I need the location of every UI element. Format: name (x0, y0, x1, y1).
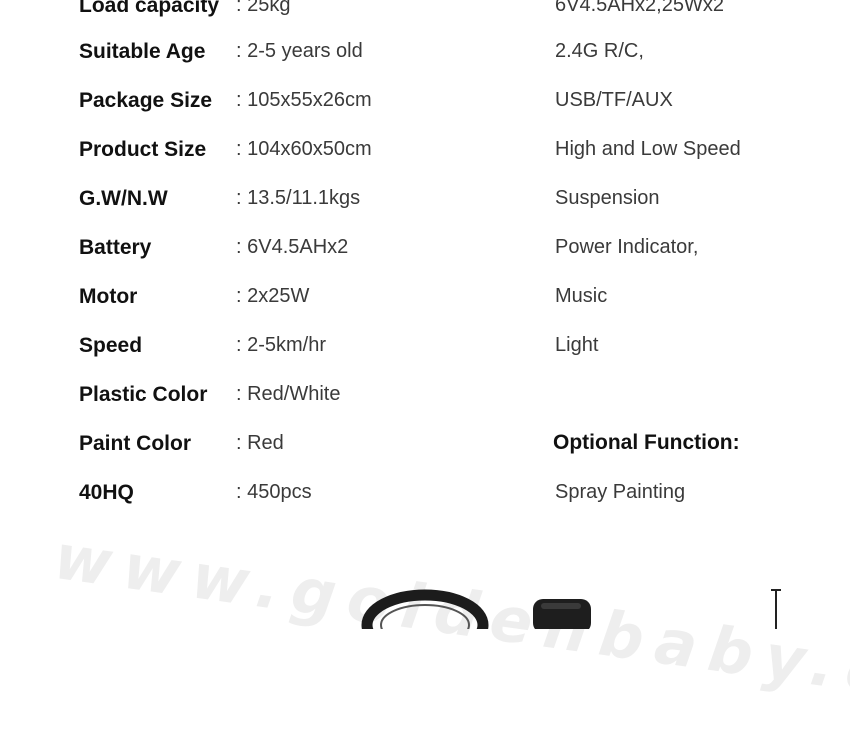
optional-function-item: Spray Painting (555, 481, 686, 503)
steering-wheel (361, 589, 489, 629)
spec-label-gw-nw: G.W/N.W (79, 187, 168, 210)
spec-value-40hq: : 450pcs (236, 481, 312, 503)
feature-item: Light (555, 334, 599, 356)
feature-item: Power Indicator, (555, 236, 699, 258)
spec-value-product-size: : 104x60x50cm (236, 138, 372, 160)
feature-item: 2.4G R/C, (555, 40, 644, 62)
spec-label-load-capacity: Load capacity (79, 0, 220, 17)
spec-value-suitable-age: : 2-5 years old (236, 40, 363, 62)
feature-item: USB/TF/AUX (555, 89, 673, 111)
spec-label-motor: Motor (79, 285, 138, 308)
spec-value-plastic-color: : Red/White (236, 383, 341, 405)
product-image (361, 589, 591, 629)
feature-item: Suspension (555, 187, 660, 209)
dimension-line (775, 589, 777, 629)
spec-label-suitable-age: Suitable Age (79, 40, 206, 63)
optional-function-heading: Optional Function: (553, 431, 740, 454)
feature-item: High and Low Speed (555, 138, 741, 160)
spec-label-40hq: 40HQ (79, 481, 134, 504)
spec-value-gw-nw: : 13.5/11.1kgs (236, 187, 361, 209)
spec-label-speed: Speed (79, 334, 143, 357)
watermark: www.goldenbaby.com.cn (49, 520, 850, 748)
feature-item: 6V4.5AHx2,25Wx2 (555, 0, 724, 16)
spec-label-paint-color: Paint Color (79, 432, 192, 455)
spec-value-speed: : 2-5km/hr (236, 334, 327, 356)
spec-value-motor: : 2x25W (236, 285, 310, 307)
spec-value-package-size: : 105x55x26cm (236, 89, 372, 111)
spec-value-battery: : 6V4.5AHx2 (236, 236, 349, 258)
spec-label-product-size: Product Size (79, 138, 207, 161)
spec-value-load-capacity: : 25kg (236, 0, 291, 16)
spec-label-plastic-color: Plastic Color (79, 383, 208, 406)
spec-label-battery: Battery (79, 236, 152, 259)
spec-value-paint-color: : Red (236, 432, 284, 454)
feature-item: Music (555, 285, 608, 307)
spec-label-package-size: Package Size (79, 89, 213, 112)
